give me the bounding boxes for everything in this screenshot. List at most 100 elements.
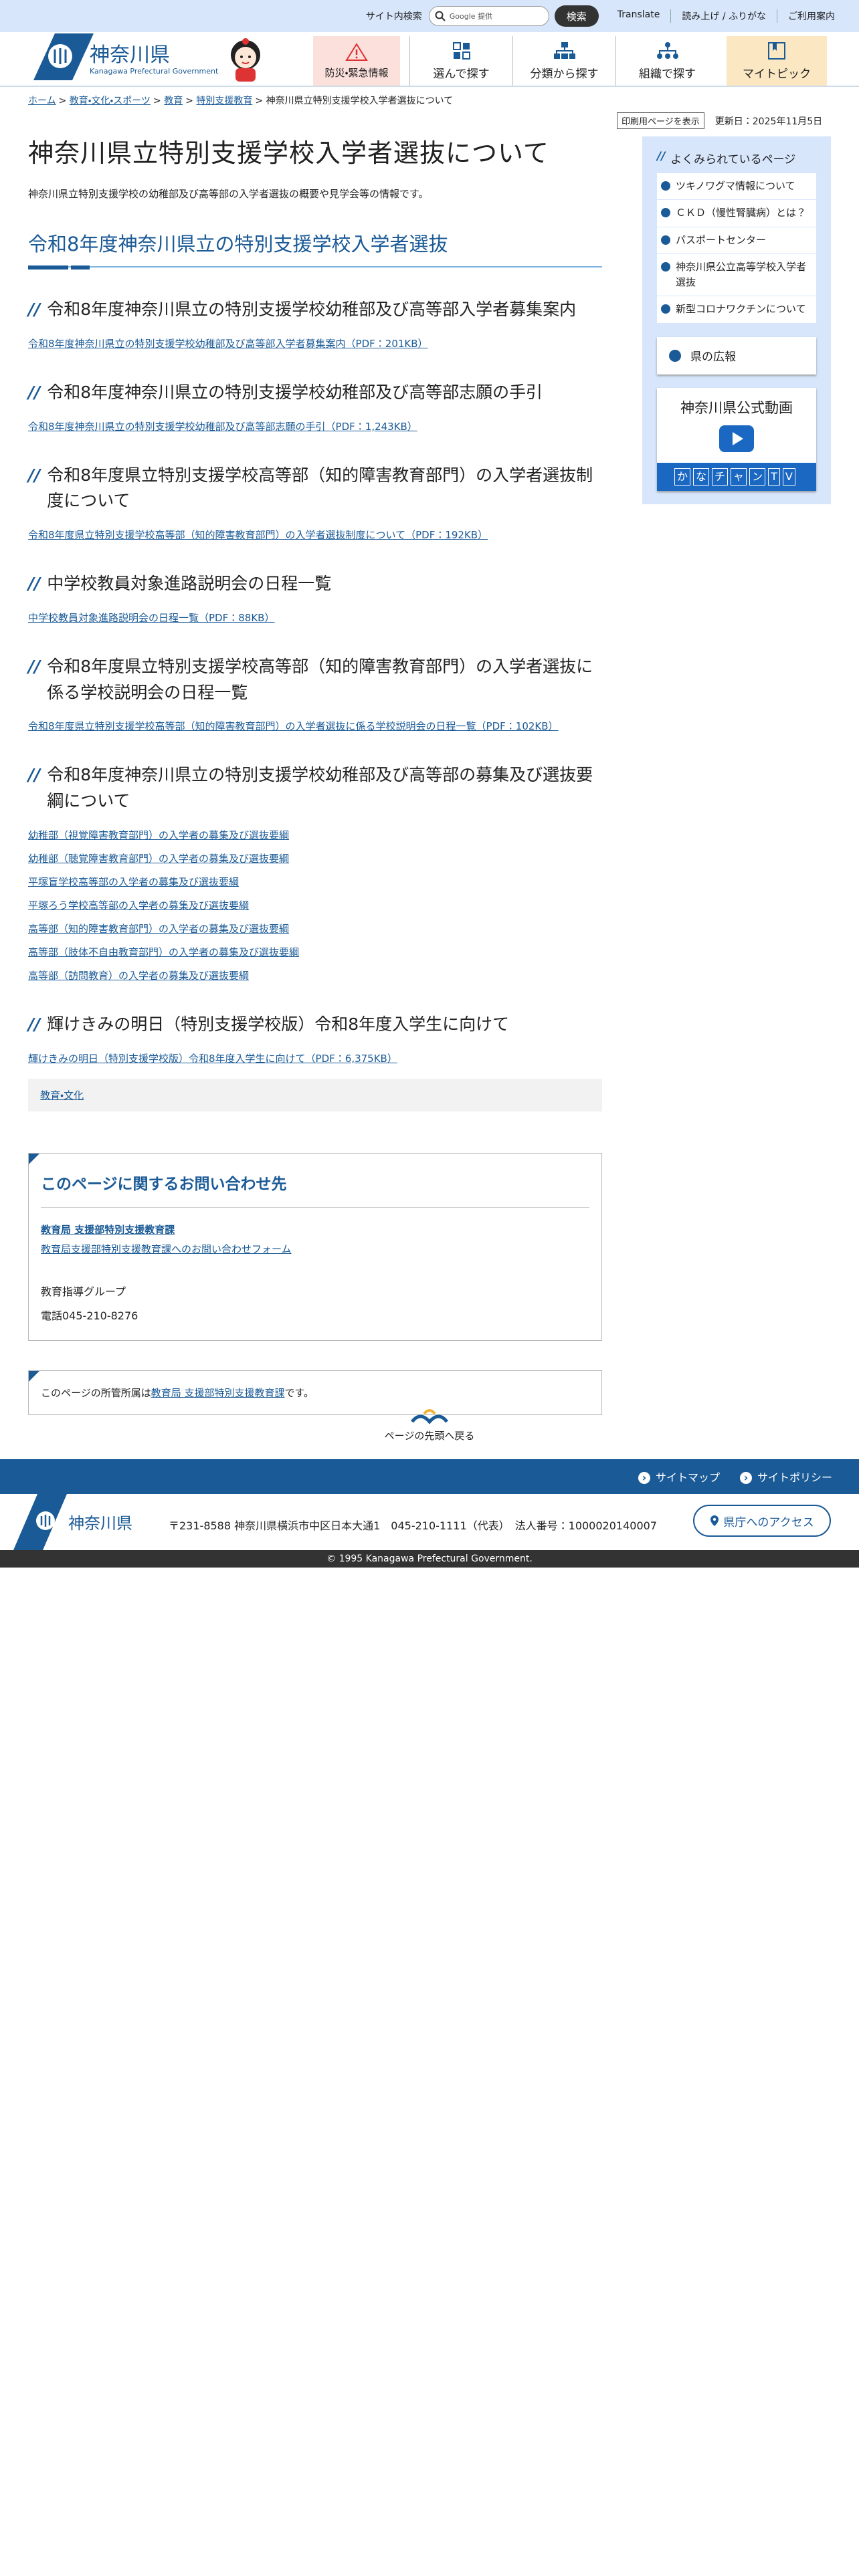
sidebar-title: //よくみられているページ	[657, 150, 796, 167]
readaloud-link[interactable]: 読み上げ / ふりがな	[670, 9, 777, 23]
breadcrumb-education[interactable]: 教育	[164, 96, 183, 106]
access-button[interactable]: 県庁へのアクセス	[693, 1505, 831, 1537]
search-label: サイト内検索	[365, 11, 422, 22]
pdf-link[interactable]: 令和8年度神奈川県立の特別支援学校幼稚部及び高等部志願の手引（PDF：1,243…	[28, 421, 417, 433]
popular-item[interactable]: 神奈川県公立高等学校入学者選抜	[657, 254, 816, 297]
nav-org-label: 組織で探す	[639, 67, 696, 81]
subheading-text: 令和8年度神奈川県立の特別支援学校幼稚部及び高等部入学者募集案内	[47, 300, 577, 319]
guideline-link[interactable]: 幼稚部（視覚障害教育部門）の入学者の募集及び選抜要綱	[28, 829, 289, 841]
sitepolicy-link[interactable]: サイトポリシー	[740, 1469, 832, 1485]
category-tag[interactable]: 教育・文化	[40, 1089, 84, 1101]
site-logo[interactable]: 神奈川県 Kanagawa Prefectural Government	[20, 32, 227, 87]
subheading-text: 輝けきみの明日（特別支援学校版）令和8年度入学生に向けて	[47, 1014, 510, 1034]
subheading-briefing: //中学校教員対象進路説明会の日程一覧	[28, 571, 602, 597]
owner-suffix: です。	[284, 1386, 314, 1399]
pdf-link[interactable]: 令和8年度神奈川県立の特別支援学校幼稚部及び高等部入学者募集案内（PDF：201…	[28, 338, 428, 350]
breadcrumb: ホーム > 教育・文化・スポーツ > 教育 > 特別支援教育 > 神奈川県立特別支援学校…	[28, 96, 454, 106]
main-content: 神奈川県立特別支援学校入学者選抜について 神奈川県立特別支援学校の幼稚部及び高等…	[28, 112, 602, 1415]
pdf-link[interactable]: 輝けきみの明日（特別支援学校版）令和8年度入学生に向けて（PDF：6,375KB…	[28, 1053, 397, 1065]
nav-mytopic-label: マイトピック	[743, 67, 811, 81]
section-heading: 令和8年度神奈川県立の特別支援学校入学者選抜	[28, 229, 602, 270]
print-button[interactable]: 印刷用ページを表示	[617, 112, 704, 129]
top-utility-bar: サイト内検索 Google 提供 検索 Translate 読み上げ / ふりが…	[0, 0, 859, 32]
access-label: 県庁へのアクセス	[723, 1515, 814, 1529]
subheading-guidelines: //令和8年度神奈川県立の特別支援学校幼稚部及び高等部の募集及び選抜要綱について	[28, 762, 602, 815]
popular-item[interactable]: ツキノワグマ情報について	[657, 173, 816, 201]
pdf-link[interactable]: 中学校教員対象進路説明会の日程一覧（PDF：88KB）	[28, 612, 274, 624]
bookmark-icon	[768, 41, 785, 60]
site-header: 神奈川県 Kanagawa Prefectural Government 防災・…	[0, 32, 859, 87]
koho-label: 県の広報	[690, 350, 736, 364]
contact-form-link[interactable]: 教育局支援部特別支援教育課へのお問い合わせフォーム	[41, 1243, 292, 1255]
contact-group: 教育指導グループ	[41, 1285, 126, 1298]
video-title: 神奈川県公式動画	[680, 399, 793, 416]
search-placeholder: Google 提供	[449, 12, 493, 21]
nav-bousai-label: 防災・緊急情報	[324, 66, 389, 79]
translate-link[interactable]: Translate	[607, 9, 671, 23]
nav-bousai[interactable]: 防災・緊急情報	[313, 36, 400, 86]
footer-info: 神奈川県 〒231-8588 神奈川県横浜市中区日本大通1 045-210-11…	[0, 1494, 859, 1550]
video-banner[interactable]: 神奈川県公式動画 かなチャンTV	[657, 387, 816, 491]
kanagawa-emblem: 神奈川県 Kanagawa Prefectural Government	[33, 33, 219, 80]
arrow-icon	[669, 349, 681, 362]
subheading-text: 中学校教員対象進路説明会の日程一覧	[47, 574, 332, 593]
seagull-icon	[411, 1409, 448, 1424]
search-button[interactable]: 検索	[554, 5, 599, 27]
footer-links: サイトマップ サイトポリシー	[0, 1459, 859, 1494]
footer-logo: 神奈川県	[13, 1494, 132, 1550]
breadcrumb-special[interactable]: 特別支援教育	[196, 96, 252, 106]
guideline-link[interactable]: 高等部（肢体不自由教育部門）の入学者の募集及び選抜要綱	[28, 946, 299, 958]
popular-list: ツキノワグマ情報について ＣＫＤ（慢性腎臓病）とは？ パスポートセンター 神奈川…	[657, 173, 816, 324]
breadcrumb-home[interactable]: ホーム	[28, 96, 56, 106]
search-input[interactable]: Google 提供	[428, 6, 549, 26]
sidebar: //よくみられているページ ツキノワグマ情報について ＣＫＤ（慢性腎臓病）とは？…	[642, 136, 831, 504]
pdf-link[interactable]: 令和8年度県立特別支援学校高等部（知的障害教育部門）の入学者選抜に係る学校説明会…	[28, 720, 559, 732]
guideline-link[interactable]: 高等部（訪問教育）の入学者の募集及び選抜要綱	[28, 970, 249, 982]
copyright: © 1995 Kanagawa Prefectural Government.	[0, 1550, 859, 1568]
subheading-text: 令和8年度神奈川県立の特別支援学校幼稚部及び高等部の募集及び選抜要綱について	[47, 765, 593, 811]
svg-text:神奈川県: 神奈川県	[90, 43, 170, 67]
subheading-kagayake: //輝けきみの明日（特別支援学校版）令和8年度入学生に向けて	[28, 1012, 602, 1038]
popular-item[interactable]: 新型コロナワクチンについて	[657, 296, 816, 324]
nav-category[interactable]: 分類から探す	[512, 36, 615, 86]
koho-banner[interactable]: 県の広報	[657, 336, 816, 374]
search-icon	[435, 11, 446, 21]
svg-text:Kanagawa Prefectural Governmen: Kanagawa Prefectural Government	[90, 67, 219, 76]
sidebar-title-text: よくみられているページ	[670, 153, 796, 167]
nav-org[interactable]: 組織で探す	[615, 36, 719, 86]
back-to-top[interactable]: ページの先頭へ戻る	[0, 1402, 859, 1442]
section-heading-text: 令和8年度神奈川県立の特別支援学校入学者選抜	[28, 233, 448, 255]
breadcrumb-current: 神奈川県立特別支援学校入学者選抜について	[266, 96, 454, 106]
popular-item[interactable]: ＣＫＤ（慢性腎臓病）とは？	[657, 200, 816, 227]
subheading-text: 令和8年度県立特別支援学校高等部（知的障害教育部門）の入学者選抜に係る学校説明会…	[47, 656, 593, 702]
play-icon	[719, 425, 754, 452]
guideline-links: 幼稚部（視覚障害教育部門）の入学者の募集及び選抜要綱 幼稚部（聴覚障害教育部門）…	[28, 828, 602, 982]
guide-link[interactable]: ご利用案内	[777, 9, 846, 23]
pdf-link[interactable]: 令和8年度県立特別支援学校高等部（知的障害教育部門）の入学者選抜制度について（P…	[28, 529, 488, 541]
breadcrumb-culture[interactable]: 教育・文化・スポーツ	[70, 96, 151, 106]
guideline-link[interactable]: 平塚ろう学校高等部の入学者の募集及び選抜要綱	[28, 899, 249, 911]
warning-icon	[345, 42, 368, 61]
popular-item[interactable]: パスポートセンター	[657, 227, 816, 254]
contact-tel: 電話045-210-8276	[41, 1309, 138, 1322]
guideline-link[interactable]: 平塚盲学校高等部の入学者の募集及び選抜要綱	[28, 876, 239, 888]
svg-text:神奈川県: 神奈川県	[68, 1514, 132, 1533]
mascot-icon	[231, 38, 260, 82]
sitemap-link[interactable]: サイトマップ	[638, 1469, 720, 1485]
guideline-link[interactable]: 幼稚部（聴覚障害教育部門）の入学者の募集及び選抜要綱	[28, 853, 289, 865]
guideline-link[interactable]: 高等部（知的障害教育部門）の入学者の募集及び選抜要綱	[28, 923, 289, 935]
nav-category-label: 分類から探す	[530, 67, 599, 81]
category-tag-box: 教育・文化	[28, 1078, 602, 1111]
updated-date: 更新日：2025年11月5日	[714, 116, 823, 127]
owner-prefix: このページの所管所属は	[41, 1386, 151, 1399]
owner-dept-link[interactable]: 教育局 支援部特別支援教育課	[151, 1387, 285, 1399]
footer-address: 〒231-8588 神奈川県横浜市中区日本大通1 045-210-1111（代表…	[169, 1519, 657, 1532]
subheading-school-briefing: //令和8年度県立特別支援学校高等部（知的障害教育部門）の入学者選抜に係る学校説…	[28, 654, 602, 706]
nav-mytopic[interactable]: マイトピック	[727, 36, 827, 86]
nav-choose[interactable]: 選んで探す	[409, 36, 512, 86]
subheading-text: 令和8年度神奈川県立の特別支援学校幼稚部及び高等部志願の手引	[47, 382, 543, 402]
contact-dept-link[interactable]: 教育局 支援部特別支援教育課	[41, 1224, 175, 1236]
back-to-top-label: ページの先頭へ戻る	[384, 1430, 475, 1442]
org-icon	[656, 41, 678, 59]
page-lead: 神奈川県立特別支援学校の幼稚部及び高等部の入学者選抜の概要や見学会等の情報です。	[28, 188, 429, 200]
